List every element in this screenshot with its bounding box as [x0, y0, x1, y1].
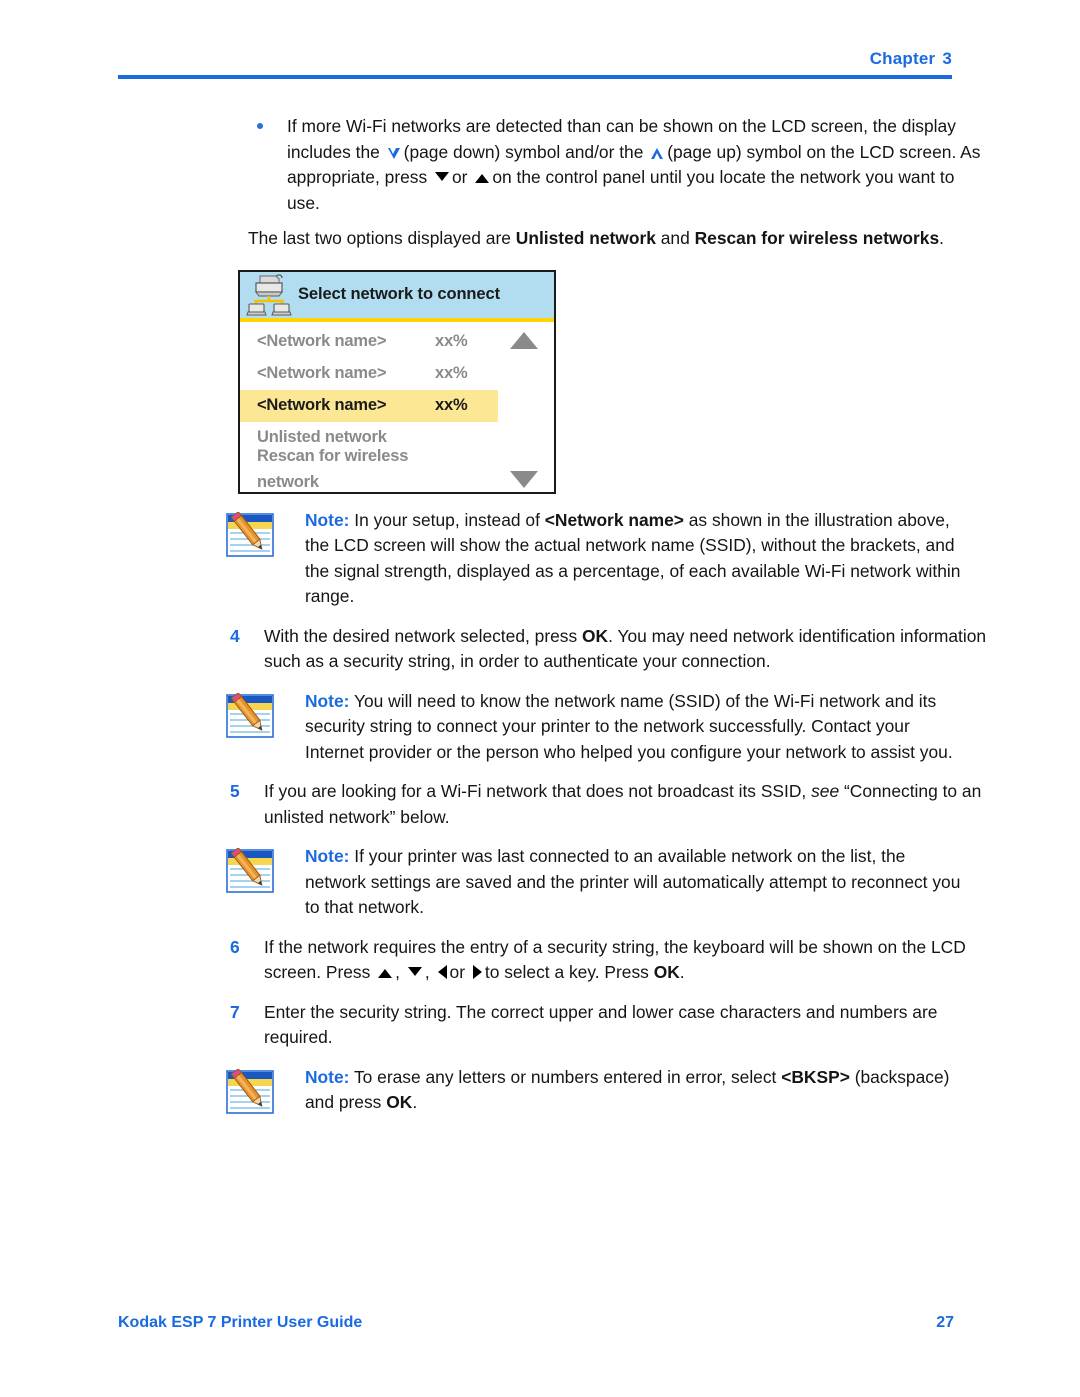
last-two-text-1: The last two options displayed are — [248, 228, 516, 248]
arrow-left-icon — [437, 965, 447, 979]
scroll-up-arrow-icon[interactable] — [510, 331, 538, 349]
note-block-backspace: Note: To erase any letters or numbers en… — [223, 1065, 963, 1117]
printer-network-icon — [246, 273, 292, 315]
step-5-text-1: If you are looking for a Wi-Fi network t… — [264, 781, 812, 801]
lcd-list-item-rescan[interactable]: Rescan for wireless network — [240, 447, 554, 491]
bullet-text-part-4: or — [452, 167, 468, 187]
note-block-network-name: Note: In your setup, instead of <Network… — [223, 508, 963, 610]
lcd-list-item[interactable]: <Network name> xx% — [240, 326, 554, 358]
step-5: 5 If you are looking for a Wi-Fi network… — [230, 779, 988, 830]
step-7-number: 7 — [230, 1001, 240, 1022]
last-two-bold-unlisted: Unlisted network — [515, 228, 656, 248]
notepad-pencil-icon — [226, 848, 274, 893]
arrow-up-icon — [378, 969, 393, 978]
step-5-italic-see: see — [811, 781, 840, 801]
step-7-text: Enter the security string. The correct u… — [264, 1001, 938, 1048]
header-rule — [118, 75, 952, 79]
step-5-number: 5 — [230, 781, 240, 801]
step-5-text: If you are looking for a Wi-Fi network t… — [264, 781, 981, 827]
note-label: Note: — [305, 846, 350, 866]
note-block-auto-reconnect: Note: If your printer was last connected… — [223, 844, 963, 921]
step-7: 7 Enter the security string. The correct… — [230, 1000, 988, 1051]
chapter-word: Chapter — [869, 49, 936, 68]
page-footer: Kodak ESP 7 Printer User Guide 27 — [118, 1314, 954, 1332]
note-1-bold-1: <Network name> — [544, 509, 684, 530]
paragraph-last-two-options: The last two options displayed are Unlis… — [248, 226, 948, 252]
lcd-list-item-selected[interactable]: <Network name> xx% — [240, 389, 498, 422]
page-content: If more Wi-Fi networks are detected than… — [118, 108, 986, 1117]
lcd-network-name: <Network name> — [257, 395, 387, 414]
arrow-up-icon — [475, 174, 490, 183]
note-label: Note: — [305, 509, 350, 530]
lcd-list-item[interactable]: <Network name> xx% — [240, 358, 554, 390]
step-6-text-3: , — [424, 962, 430, 982]
step-6-bold-ok: OK — [653, 962, 680, 982]
lcd-signal-percent: xx% — [435, 331, 468, 350]
lcd-network-list: <Network name> xx% <Network name> xx% <N… — [240, 322, 554, 492]
lcd-title-bar: Select network to connect — [240, 271, 554, 322]
step-6: 6 If the network requires the entry of a… — [230, 935, 988, 986]
footer-guide-title: Kodak ESP 7 Printer User Guide — [118, 1314, 363, 1331]
lcd-network-name: <Network name> — [257, 363, 387, 382]
note-text: Note: If your printer was last connected… — [305, 844, 965, 921]
scroll-down-arrow-icon[interactable] — [510, 470, 538, 488]
bullet-dot-icon — [257, 123, 263, 129]
step-6-text-5: to select a key. Press — [484, 962, 654, 982]
arrow-down-icon — [435, 172, 450, 181]
note-4-bold-bksp: <BKSP> — [781, 1066, 850, 1087]
note-block-ssid-required: Note: You will need to know the network … — [223, 689, 963, 766]
last-two-text-3: . — [939, 228, 944, 248]
note-text: Note: You will need to know the network … — [305, 689, 965, 766]
note-4-text-3: . — [412, 1092, 418, 1112]
lcd-signal-percent: xx% — [435, 395, 468, 414]
step-6-text: If the network requires the entry of a s… — [264, 937, 966, 983]
lcd-screen: Select network to connect <Network name>… — [238, 269, 556, 494]
page-up-triangle-icon — [651, 147, 664, 159]
note-text: Note: To erase any letters or numbers en… — [305, 1065, 965, 1116]
step-4: 4 With the desired network selected, pre… — [230, 624, 988, 675]
footer-page-number: 27 — [936, 1314, 954, 1331]
lcd-network-name: <Network name> — [257, 331, 387, 350]
step-4-text: With the desired network selected, press… — [264, 626, 986, 672]
arrow-down-icon — [407, 967, 422, 976]
note-1-text-1: In your setup, instead of — [354, 509, 545, 530]
note-text: Note: In your setup, instead of <Network… — [305, 508, 965, 610]
step-4-bold-ok: OK — [582, 625, 609, 646]
last-two-bold-rescan: Rescan for wireless networks — [694, 228, 940, 248]
step-6-text-6: . — [679, 962, 685, 982]
page-down-triangle-icon — [387, 147, 401, 159]
lcd-illustration: Select network to connect <Network name>… — [238, 269, 558, 494]
bullet-item-page-symbols: If more Wi-Fi networks are detected than… — [248, 114, 987, 216]
step-6-text-2: , — [395, 962, 401, 982]
note-4-text-1: To erase any letters or numbers entered … — [353, 1066, 782, 1087]
notepad-pencil-icon — [226, 511, 274, 557]
step-4-text-1: With the desired network selected, press — [264, 625, 583, 646]
note-3-text-1: If your printer was last connected to an… — [305, 846, 961, 917]
notepad-pencil-icon — [226, 692, 274, 738]
chapter-label: Chapter 3 — [118, 50, 952, 75]
last-two-text-2: and — [655, 228, 695, 248]
page-header: Chapter 3 — [118, 50, 952, 79]
step-6-number: 6 — [230, 936, 240, 957]
lcd-network-name: Rescan for wireless network — [257, 447, 409, 491]
step-6-text-4: or — [449, 962, 466, 982]
note-label: Note: — [305, 1066, 350, 1087]
bullet-text: If more Wi-Fi networks are detected than… — [287, 114, 987, 216]
note-4-bold-ok: OK — [386, 1092, 413, 1112]
chapter-number: 3 — [942, 49, 952, 68]
note-label: Note: — [305, 690, 350, 711]
step-4-number: 4 — [230, 625, 240, 646]
bullet-text-part-2: (page down) symbol and/or the — [403, 141, 644, 162]
lcd-title-text: Select network to connect — [298, 284, 500, 303]
note-2-text-1: You will need to know the network name (… — [305, 690, 953, 762]
lcd-signal-percent: xx% — [435, 363, 468, 382]
notepad-pencil-icon — [226, 1068, 274, 1114]
arrow-right-icon — [472, 965, 482, 979]
